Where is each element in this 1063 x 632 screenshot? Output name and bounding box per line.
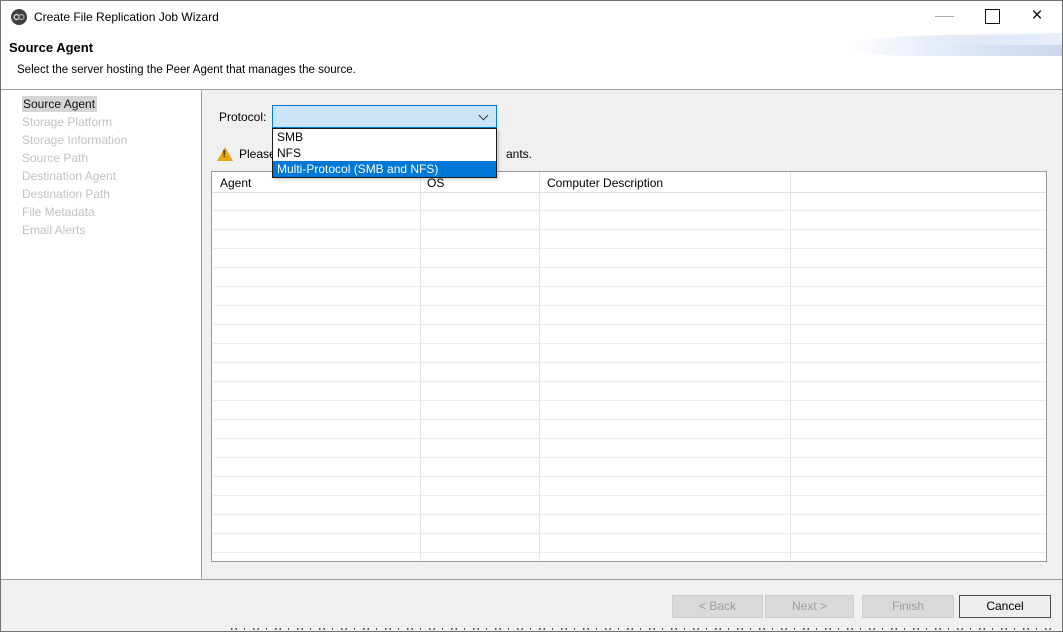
cancel-button[interactable]: Cancel: [959, 595, 1051, 618]
protocol-dropdown-list: SMB NFS Multi-Protocol (SMB and NFS): [272, 128, 497, 178]
dropdown-option-multi-protocol[interactable]: Multi-Protocol (SMB and NFS): [273, 161, 496, 177]
agents-table[interactable]: Agent OS Computer Description: [211, 171, 1047, 562]
protocol-label: Protocol:: [219, 106, 266, 128]
column-header-computer-description[interactable]: Computer Description: [547, 175, 663, 191]
page-subtitle: Select the server hosting the Peer Agent…: [17, 64, 356, 76]
minimize-icon: [935, 16, 954, 17]
protocol-combobox[interactable]: [272, 105, 497, 128]
back-button: < Back: [672, 595, 763, 618]
minimize-button[interactable]: [928, 1, 962, 33]
close-icon: ×: [1020, 1, 1054, 33]
wizard-steps-sidebar: Source Agent Storage Platform Storage In…: [1, 90, 202, 579]
chevron-down-icon: [479, 111, 489, 121]
dropdown-option-smb[interactable]: SMB: [273, 129, 496, 145]
wizard-page-content: Protocol: SMB NFS Multi-Protocol (SMB an…: [203, 90, 1063, 579]
close-button[interactable]: ×: [1020, 1, 1054, 33]
sidebar-item-email-alerts: Email Alerts: [22, 223, 201, 237]
banner-swoosh-graphic-2: [912, 33, 1062, 45]
next-button: Next >: [765, 595, 854, 618]
column-header-agent[interactable]: Agent: [220, 175, 251, 191]
sidebar-item-storage-platform: Storage Platform: [22, 115, 201, 129]
sidebar-item-file-metadata: File Metadata: [22, 205, 201, 219]
maximize-button[interactable]: [976, 1, 1010, 33]
warning-text-left-fragment: Please: [239, 147, 276, 161]
clipped-text-artifact: [231, 628, 1054, 631]
table-empty-rows[interactable]: [212, 192, 1046, 561]
finish-button: Finish: [862, 595, 954, 618]
sidebar-item-source-agent[interactable]: Source Agent: [22, 97, 201, 111]
wizard-window: Create File Replication Job Wizard × Sou…: [0, 0, 1063, 632]
warning-triangle-icon: [217, 147, 233, 161]
sidebar-item-source-path: Source Path: [22, 151, 201, 165]
sidebar-item-destination-agent: Destination Agent: [22, 169, 201, 183]
window-title: Create File Replication Job Wizard: [34, 1, 219, 33]
app-logo-icon: [11, 9, 27, 25]
page-title: Source Agent: [9, 40, 93, 55]
sidebar-item-storage-information: Storage Information: [22, 133, 201, 147]
maximize-icon: [985, 9, 1000, 24]
wizard-header: Source Agent Select the server hosting t…: [1, 33, 1062, 90]
dropdown-option-nfs[interactable]: NFS: [273, 145, 496, 161]
sidebar-item-destination-path: Destination Path: [22, 187, 201, 201]
button-bar: < Back Next > Finish Cancel: [1, 580, 1062, 632]
title-bar: Create File Replication Job Wizard ×: [1, 1, 1062, 33]
warning-text-right-fragment: ants.: [506, 147, 532, 161]
